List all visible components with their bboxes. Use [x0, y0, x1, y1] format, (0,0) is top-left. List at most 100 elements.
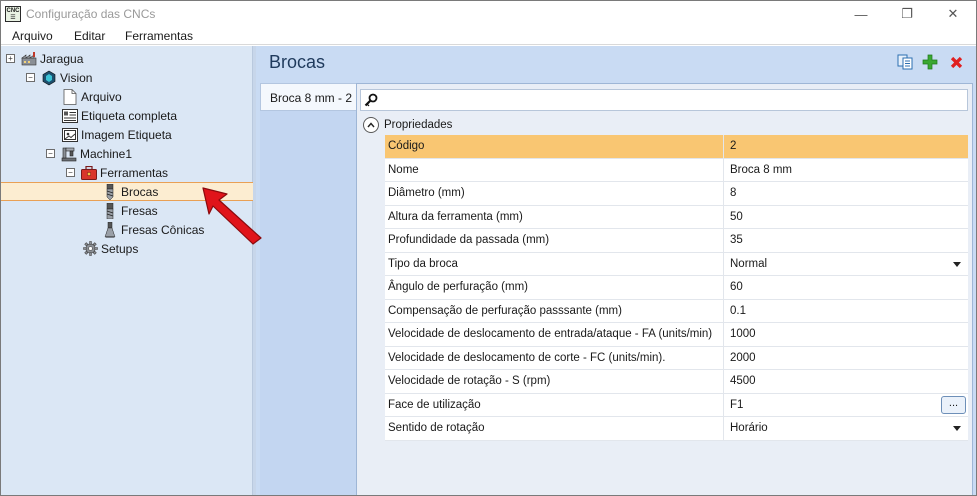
property-value[interactable]: 35 [724, 229, 968, 252]
label-image-icon [62, 127, 78, 143]
tree-item-label: Jaragua [40, 51, 84, 66]
property-row-velocidade-rotacao[interactable]: Velocidade de rotação - S (rpm) 4500 [385, 370, 968, 394]
chevron-up-icon[interactable] [363, 117, 379, 133]
toolbox-icon [81, 165, 97, 181]
property-value[interactable]: 4500 [724, 370, 968, 393]
property-name: Nome [385, 158, 724, 181]
property-name: Velocidade de rotação - S (rpm) [385, 370, 724, 393]
dropdown-value: Horário [730, 422, 768, 434]
property-row-velocidade-entrada[interactable]: Velocidade de deslocamento de entrada/at… [385, 323, 968, 347]
tree-item-setups[interactable]: Setups [82, 239, 138, 258]
property-name: Profundidade da passada (mm) [385, 229, 724, 252]
annotation-arrow-icon [202, 187, 262, 245]
property-name: Sentido de rotação [385, 417, 724, 440]
menu-ferramentas[interactable]: Ferramentas [125, 29, 193, 43]
property-row-profundidade[interactable]: Profundidade da passada (mm) 35 [385, 229, 968, 253]
search-icon [364, 93, 378, 110]
section-header-propriedades[interactable]: Propriedades [360, 115, 968, 135]
menu-bar: Arquivo Editar Ferramentas [1, 27, 976, 45]
face-value: F1 [730, 398, 744, 411]
property-name: Velocidade de deslocamento de entrada/at… [385, 323, 724, 346]
property-row-sentido-rotacao[interactable]: Sentido de rotação Horário [385, 417, 968, 441]
main-window: CNC ☰ Configuração das CNCs — ❐ ✕ Arquiv… [0, 0, 977, 496]
expand-toggle[interactable]: + [6, 54, 15, 63]
property-value[interactable]: 1000 [724, 323, 968, 346]
file-icon [62, 88, 78, 105]
dropdown-arrow-icon[interactable] [953, 426, 961, 431]
menu-arquivo[interactable]: Arquivo [12, 29, 53, 43]
dropdown-value: Normal [730, 257, 768, 270]
tree-item-arquivo[interactable]: Arquivo [62, 87, 122, 106]
property-row-velocidade-corte[interactable]: Velocidade de deslocamento de corte - FC… [385, 346, 968, 370]
property-row-nome[interactable]: Nome Broca 8 mm [385, 158, 968, 182]
conical-bit-icon [102, 221, 118, 238]
menu-editar[interactable]: Editar [74, 29, 105, 43]
cnc-machine-icon [61, 146, 77, 162]
tree-item-vision[interactable]: − Vision [26, 68, 92, 87]
drill-bit-icon [102, 183, 118, 200]
tree-item-label: Imagem Etiqueta [81, 127, 172, 142]
tree-item-jaragua[interactable]: + Jaragua [6, 49, 83, 68]
collapse-toggle[interactable]: − [46, 149, 55, 158]
property-name: Ângulo de perfuração (mm) [385, 276, 724, 299]
tree-item-label: Brocas [121, 184, 159, 199]
property-row-codigo[interactable]: Código 2 [385, 135, 968, 159]
property-row-face-utilizacao[interactable]: Face de utilização F1 ... [385, 393, 968, 417]
collapse-toggle[interactable]: − [66, 168, 75, 177]
property-row-angulo[interactable]: Ângulo de perfuração (mm) 60 [385, 276, 968, 300]
property-row-diametro[interactable]: Diâmetro (mm) 8 [385, 182, 968, 206]
property-value[interactable]: 8 [724, 182, 968, 205]
tree-item-label: Arquivo [81, 89, 122, 104]
property-name: Diâmetro (mm) [385, 182, 724, 205]
section-label: Propriedades [384, 119, 453, 131]
property-value[interactable]: 0.1 [724, 300, 968, 323]
tab-column: Broca 8 mm - 2 [260, 83, 357, 495]
property-row-tipo-broca[interactable]: Tipo da broca Normal [385, 252, 968, 276]
tree-item-ferramentas[interactable]: − Ferramentas [66, 163, 168, 182]
dropdown-arrow-icon[interactable] [953, 261, 961, 267]
property-value[interactable]: 2 [724, 135, 968, 158]
title-bar: CNC ☰ Configuração das CNCs — ❐ ✕ [1, 1, 976, 27]
machine-hex-icon [41, 70, 57, 86]
tree-item-etiqueta-completa[interactable]: Etiqueta completa [62, 106, 177, 125]
label-icon [62, 108, 78, 124]
machine-tree: + Jaragua − Vision Arquivo Etiqueta comp… [1, 46, 253, 495]
window-title: Configuração das CNCs [26, 7, 156, 21]
close-button[interactable]: ✕ [930, 1, 976, 27]
tree-item-label: Fresas [121, 203, 158, 218]
tree-item-label: Setups [101, 241, 139, 256]
ellipsis-button[interactable]: ... [941, 395, 966, 414]
add-icon[interactable] [921, 53, 939, 71]
property-row-altura[interactable]: Altura da ferramenta (mm) 50 [385, 205, 968, 229]
page-title: Brocas [269, 52, 326, 72]
delete-icon[interactable] [947, 53, 965, 71]
tree-item-imagem-etiqueta[interactable]: Imagem Etiqueta [62, 125, 172, 144]
cnc-app-icon: CNC ☰ [5, 6, 21, 22]
details-panel: Brocas Broca 8 mm - 2 Propriedades Códig… [256, 46, 976, 495]
property-name: Face de utilização [385, 393, 724, 416]
maximize-button[interactable]: ❐ [884, 1, 930, 27]
tree-item-label: Vision [60, 70, 93, 85]
property-name: Tipo da broca [385, 252, 724, 275]
property-grid: Propriedades Código 2 Nome Broca 8 mm Di… [357, 84, 972, 495]
tree-item-machine1[interactable]: − Machine1 [46, 144, 132, 163]
tree-item-fresas[interactable]: Fresas [102, 201, 158, 220]
property-value[interactable]: F1 ... [724, 394, 968, 417]
tree-item-fresas-conicas[interactable]: Fresas Cônicas [102, 220, 204, 239]
property-row-compensacao[interactable]: Compensação de perfuração passsante (mm)… [385, 299, 968, 323]
duplicate-icon[interactable] [896, 53, 914, 71]
property-value[interactable]: 2000 [724, 347, 968, 370]
property-value[interactable]: Horário [724, 417, 968, 440]
minimize-button[interactable]: — [838, 1, 884, 27]
property-name: Compensação de perfuração passsante (mm) [385, 299, 724, 322]
property-value[interactable]: Normal [724, 253, 968, 276]
property-value[interactable]: Broca 8 mm [724, 159, 968, 182]
mill-bit-icon [102, 202, 118, 219]
property-value[interactable]: 60 [724, 276, 968, 299]
tree-item-label: Fresas Cônicas [121, 222, 205, 237]
search-input[interactable] [360, 89, 968, 111]
collapse-toggle[interactable]: − [26, 73, 35, 82]
property-grid-container: Propriedades Código 2 Nome Broca 8 mm Di… [356, 83, 973, 495]
property-value[interactable]: 50 [724, 206, 968, 229]
tab-broca-8mm[interactable]: Broca 8 mm - 2 [260, 83, 357, 111]
